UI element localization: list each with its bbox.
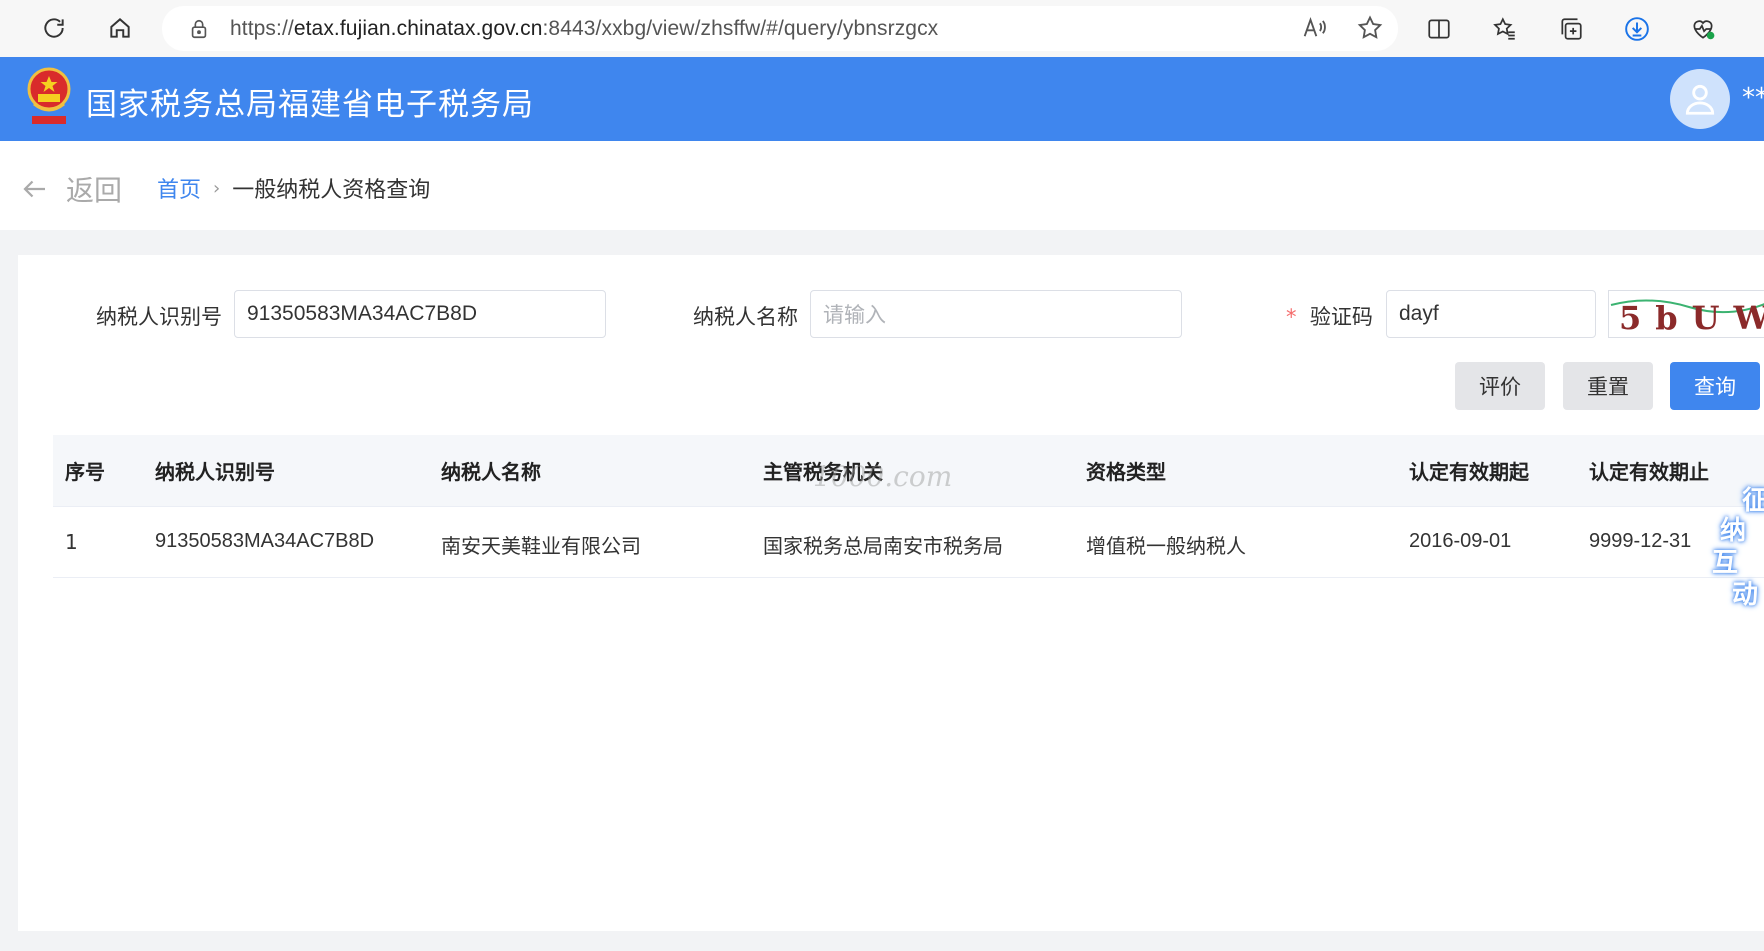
query-button[interactable]: 查询	[1670, 362, 1760, 410]
breadcrumb-bar: 返回 首页 › 一般纳税人资格查询	[0, 141, 1764, 230]
arrow-left-icon	[23, 180, 45, 198]
favorite-star-icon[interactable]	[1356, 14, 1384, 42]
user-name-masked[interactable]: **	[1742, 83, 1764, 113]
site-title: 国家税务总局福建省电子税务局	[86, 87, 534, 123]
collections-button[interactable]	[1550, 8, 1592, 50]
refresh-button[interactable]	[34, 8, 74, 48]
cell-taxpayer-name: 南安天美鞋业有限公司	[441, 534, 641, 558]
cell-tax-authority: 国家税务总局南安市税务局	[763, 534, 1003, 558]
captcha-input[interactable]: dayf	[1386, 290, 1596, 338]
breadcrumb-separator: ›	[213, 177, 221, 199]
reset-button[interactable]: 重置	[1563, 362, 1653, 410]
favorites-button[interactable]	[1484, 8, 1526, 50]
captcha-image[interactable]: 5bUW	[1608, 290, 1764, 338]
breadcrumb-current: 一般纳税人资格查询	[232, 178, 431, 203]
col-header-valid-to: 认定有效期止	[1589, 460, 1709, 484]
evaluate-button[interactable]: 评价	[1455, 362, 1545, 410]
back-label: 返回	[66, 174, 123, 207]
taxpayer-id-label: 纳税人识别号	[96, 305, 222, 329]
url-text: https://etax.fujian.chinatax.gov.cn:8443…	[230, 16, 939, 40]
watermark: 1000.com	[813, 460, 953, 493]
captcha-label-text: 验证码	[1309, 305, 1373, 329]
browser-toolbar: https://etax.fujian.chinatax.gov.cn:8443…	[0, 0, 1764, 57]
col-header-index: 序号	[65, 460, 105, 484]
cell-valid-to: 9999-12-31	[1589, 530, 1692, 552]
split-screen-icon	[1428, 19, 1450, 39]
taxpayer-name-label: 纳税人名称	[693, 305, 798, 329]
national-emblem-logo	[27, 67, 71, 124]
required-mark: *	[1286, 305, 1297, 329]
cell-taxpayer-id: 91350583MA34AC7B8D	[155, 530, 375, 552]
lock-icon	[191, 19, 207, 38]
heart-pulse-icon	[1693, 20, 1715, 40]
read-aloud-icon[interactable]	[1300, 14, 1328, 42]
split-screen-button[interactable]	[1418, 8, 1460, 50]
site-header: 国家税务总局福建省电子税务局 **	[0, 57, 1764, 141]
address-bar[interactable]: https://etax.fujian.chinatax.gov.cn:8443…	[162, 6, 1398, 51]
interaction-float-widget[interactable]: 征 纳 互 动	[1712, 486, 1764, 610]
float-char-4: 动	[1732, 580, 1759, 610]
taxpayer-id-input[interactable]: 91350583MA34AC7B8D	[234, 290, 606, 338]
captcha-text: 5bUW	[1619, 299, 1764, 337]
home-icon	[110, 18, 130, 38]
browser-essentials-button[interactable]	[1682, 8, 1724, 50]
downloads-button[interactable]	[1616, 8, 1658, 50]
taxpayer-name-input[interactable]: 请输入	[810, 290, 1182, 338]
home-button[interactable]	[100, 8, 140, 48]
result-table: 序号 纳税人识别号 纳税人名称 主管税务机关 资格类型 认定有效期起 认定有效期…	[53, 435, 1764, 578]
query-card: 纳税人识别号 91350583MA34AC7B8D 纳税人名称 请输入 * 验证…	[18, 255, 1764, 931]
favorites-list-icon	[1493, 17, 1515, 40]
refresh-icon	[44, 18, 64, 38]
cell-valid-from: 2016-09-01	[1409, 530, 1512, 552]
col-header-valid-from: 认定有效期起	[1409, 460, 1529, 484]
breadcrumb-home-link[interactable]: 首页	[157, 172, 201, 204]
cell-qualification-type: 增值税一般纳税人	[1086, 534, 1246, 558]
collections-icon	[1561, 18, 1582, 40]
table-row: 1 91350583MA34AC7B8D 南安天美鞋业有限公司 国家税务总局南安…	[53, 507, 1764, 578]
breadcrumb: 首页 › 一般纳税人资格查询	[157, 172, 430, 204]
captcha-label: * 验证码	[1286, 301, 1373, 331]
col-header-taxpayer-name: 纳税人名称	[441, 460, 541, 484]
user-icon	[1685, 84, 1715, 115]
user-avatar[interactable]	[1670, 69, 1730, 129]
download-icon	[1625, 17, 1649, 41]
col-header-qualification-type: 资格类型	[1086, 460, 1166, 484]
cell-index: 1	[65, 530, 78, 554]
col-header-taxpayer-id: 纳税人识别号	[155, 460, 275, 484]
back-button[interactable]: 返回	[20, 169, 122, 209]
